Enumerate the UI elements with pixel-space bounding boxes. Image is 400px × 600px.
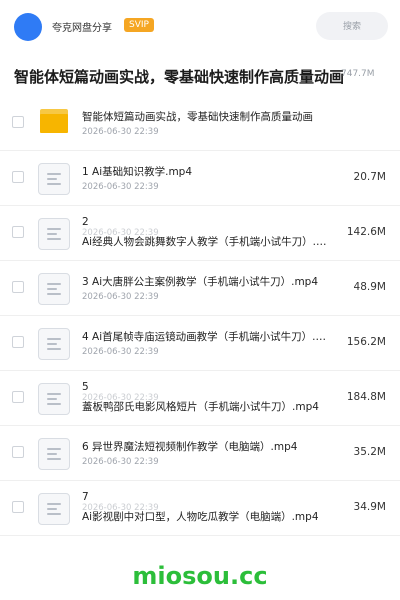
video-file-icon — [38, 438, 70, 470]
file-row[interactable]: 7 Ai影视剧中对口型，人物吃瓜教学（电脑端）.mp4 2026-06-30 22:… — [0, 481, 400, 536]
video-file-icon — [38, 328, 70, 360]
file-row[interactable]: 智能体短篇动画实战，零基础快速制作高质量动画 2026-06-30 22:39 — [0, 96, 400, 151]
folder-title-row: 智能体短篇动画实战，零基础快速制作高质量动画 747.7M — [0, 52, 400, 97]
row-checkbox[interactable] — [12, 116, 24, 128]
search-button[interactable]: 搜索 — [316, 12, 388, 40]
video-file-icon — [38, 493, 70, 525]
file-size: 156.2M — [346, 336, 386, 348]
file-name: 5 — [82, 381, 89, 393]
file-size: 34.9M — [353, 501, 386, 513]
file-name: 7 — [82, 491, 89, 503]
row-checkbox[interactable] — [12, 391, 24, 403]
video-file-icon — [38, 273, 70, 305]
folder-total-size: 747.7M — [341, 69, 375, 79]
file-date: 2026-06-30 22:39 — [82, 347, 159, 357]
file-date: 2026-06-30 22:39 — [82, 393, 159, 403]
file-name: 4 Ai首尾帧寺庙运镜动画教学（手机端小试牛刀）.mp4 — [82, 331, 332, 343]
file-row[interactable]: 5 蓋板鸭邵氏电影风格短片（手机端小试牛刀）.mp4 2026-06-30 22:3… — [0, 371, 400, 426]
svip-badge: SVIP — [124, 18, 154, 32]
file-row[interactable]: 3 Ai大唐胖公主案例教学（手机端小试牛刀）.mp4 2026-06-30 22:… — [0, 261, 400, 316]
file-size: 184.8M — [346, 391, 386, 403]
watermark-text: miosou.cc — [132, 562, 268, 590]
folder-icon — [40, 109, 68, 133]
file-size: 142.6M — [346, 226, 386, 238]
row-checkbox[interactable] — [12, 226, 24, 238]
file-row[interactable]: 4 Ai首尾帧寺庙运镜动画教学（手机端小试牛刀）.mp4 2026-06-30 2… — [0, 316, 400, 371]
page-title: 智能体短篇动画实战，零基础快速制作高质量动画 — [14, 68, 345, 86]
file-date: 2026-06-30 22:39 — [82, 182, 159, 192]
row-checkbox[interactable] — [12, 281, 24, 293]
file-date: 2026-06-30 22:39 — [82, 228, 159, 238]
file-name: 6 异世界魔法短视频制作教学（电脑端）.mp4 — [82, 441, 298, 453]
file-date: 2026-06-30 22:39 — [82, 457, 159, 467]
row-checkbox[interactable] — [12, 171, 24, 183]
row-checkbox[interactable] — [12, 501, 24, 513]
file-date: 2026-06-30 22:39 — [82, 292, 159, 302]
file-size: 48.9M — [353, 281, 386, 293]
header-bar: 夸克网盘分享 SVIP 搜索 — [0, 0, 400, 52]
file-name: 3 Ai大唐胖公主案例教学（手机端小试牛刀）.mp4 — [82, 276, 319, 288]
avatar[interactable] — [14, 13, 42, 41]
file-row[interactable]: 2 Ai经典人物会跳舞数字人教学（手机端小试牛刀）.mp4 2026-06-30 2… — [0, 206, 400, 261]
file-name: 智能体短篇动画实战，零基础快速制作高质量动画 — [82, 111, 313, 123]
row-checkbox[interactable] — [12, 446, 24, 458]
file-date: 2026-06-30 22:39 — [82, 503, 159, 513]
brand-label: 夸克网盘分享 — [52, 23, 112, 34]
file-row[interactable]: 1 Ai基础知识教学.mp4 2026-06-30 22:39 20.7M — [0, 151, 400, 206]
file-date: 2026-06-30 22:39 — [82, 127, 159, 137]
video-file-icon — [38, 218, 70, 250]
file-name: 1 Ai基础知识教学.mp4 — [82, 166, 193, 178]
file-name: 2 — [82, 216, 89, 228]
row-checkbox[interactable] — [12, 336, 24, 348]
file-size: 20.7M — [353, 171, 386, 183]
file-row[interactable]: 6 异世界魔法短视频制作教学（电脑端）.mp4 2026-06-30 22:39 3… — [0, 426, 400, 481]
video-file-icon — [38, 163, 70, 195]
file-size: 35.2M — [353, 446, 386, 458]
file-list: 智能体短篇动画实战，零基础快速制作高质量动画 2026-06-30 22:39 1 … — [0, 96, 400, 536]
video-file-icon — [38, 383, 70, 415]
